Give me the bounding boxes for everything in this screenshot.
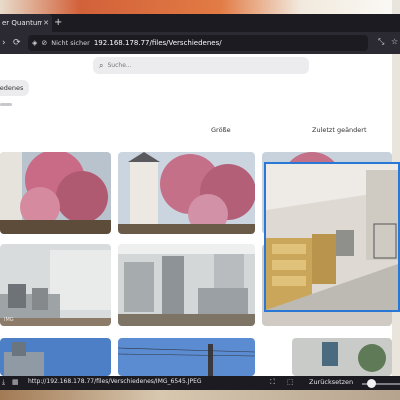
search-icon: ⌕	[99, 60, 104, 70]
new-tab-button[interactable]: +	[54, 16, 62, 30]
thumbnail-label: IMG	[4, 317, 14, 323]
url-text[interactable]: 192.168.178.77/files/Verschiedenes/	[94, 39, 222, 47]
breadcrumb-folder: iedenes	[0, 84, 24, 92]
background-photo-strip-bottom	[0, 390, 400, 400]
kitchen-photo	[0, 244, 111, 326]
search-box[interactable]: ⌕	[93, 57, 309, 74]
thumbnail-kitchen-2[interactable]	[118, 244, 255, 326]
translate-icon[interactable]: ⤡	[378, 37, 384, 47]
forward-arrow-icon[interactable]: ›	[2, 36, 6, 50]
background-photo-strip	[0, 0, 400, 14]
image-viewer-bar: ⤓ ▦ http://192.168.178.77/files/Verschie…	[0, 376, 400, 390]
reset-zoom-button[interactable]: Zurücksetzen	[309, 378, 353, 386]
tab-title: er Quantum - Dat	[2, 19, 42, 27]
thumbnail-building-2[interactable]	[118, 338, 255, 376]
download-icon[interactable]: ⤓	[2, 378, 5, 387]
status-url: http://192.168.178.77/files/Verschiedene…	[28, 378, 202, 385]
zoom-slider-handle[interactable]	[367, 379, 376, 388]
close-icon[interactable]: ✕	[43, 19, 49, 27]
crop-icon[interactable]: ⬚	[287, 378, 294, 386]
column-header-size[interactable]: Größe	[211, 126, 231, 134]
loading-indicator	[0, 103, 12, 106]
browser-nav-bar: › ⟳ ◈ ⊘ Nicht sicher 192.168.178.77/file…	[0, 32, 400, 54]
browser-tab-bar: er Quantum - Dat ✕ +	[0, 14, 400, 32]
room-photo	[292, 338, 392, 376]
reload-icon[interactable]: ⟳	[13, 36, 21, 50]
app-header: ⌕	[0, 54, 392, 78]
blossom-photo	[0, 152, 111, 234]
breadcrumb[interactable]: iedenes	[0, 80, 30, 96]
chimney-photo	[118, 338, 255, 376]
fit-screen-icon[interactable]: ⛶	[270, 378, 275, 387]
thumbnail-blossom-2[interactable]	[118, 152, 255, 234]
calendar-icon[interactable]: ▦	[12, 378, 19, 386]
thumbnail-room[interactable]	[292, 338, 392, 376]
search-input[interactable]	[107, 62, 288, 69]
shield-icon: ◈	[32, 39, 38, 47]
column-header-modified[interactable]: Zuletzt geändert	[312, 126, 367, 134]
thumbnail-blossom-1[interactable]	[0, 152, 111, 234]
tower-blossom-photo	[118, 152, 255, 234]
bookmark-star-icon[interactable]: ☆	[391, 37, 398, 46]
kitchen-machines-photo	[118, 244, 255, 326]
cold-storage-preview-photo	[266, 164, 398, 310]
insecure-label: Nicht sicher	[51, 39, 90, 47]
address-bar[interactable]: ◈ ⊘ Nicht sicher 192.168.178.77/files/Ve…	[28, 35, 368, 51]
browser-tab[interactable]: er Quantum - Dat ✕	[0, 14, 52, 32]
thumbnail-building-1[interactable]	[0, 338, 111, 376]
insecure-lock-icon[interactable]: ⊘	[41, 39, 47, 47]
building-photo	[0, 338, 111, 376]
image-preview-popup[interactable]	[264, 162, 400, 312]
thumbnail-kitchen-1[interactable]: IMG	[0, 244, 111, 326]
